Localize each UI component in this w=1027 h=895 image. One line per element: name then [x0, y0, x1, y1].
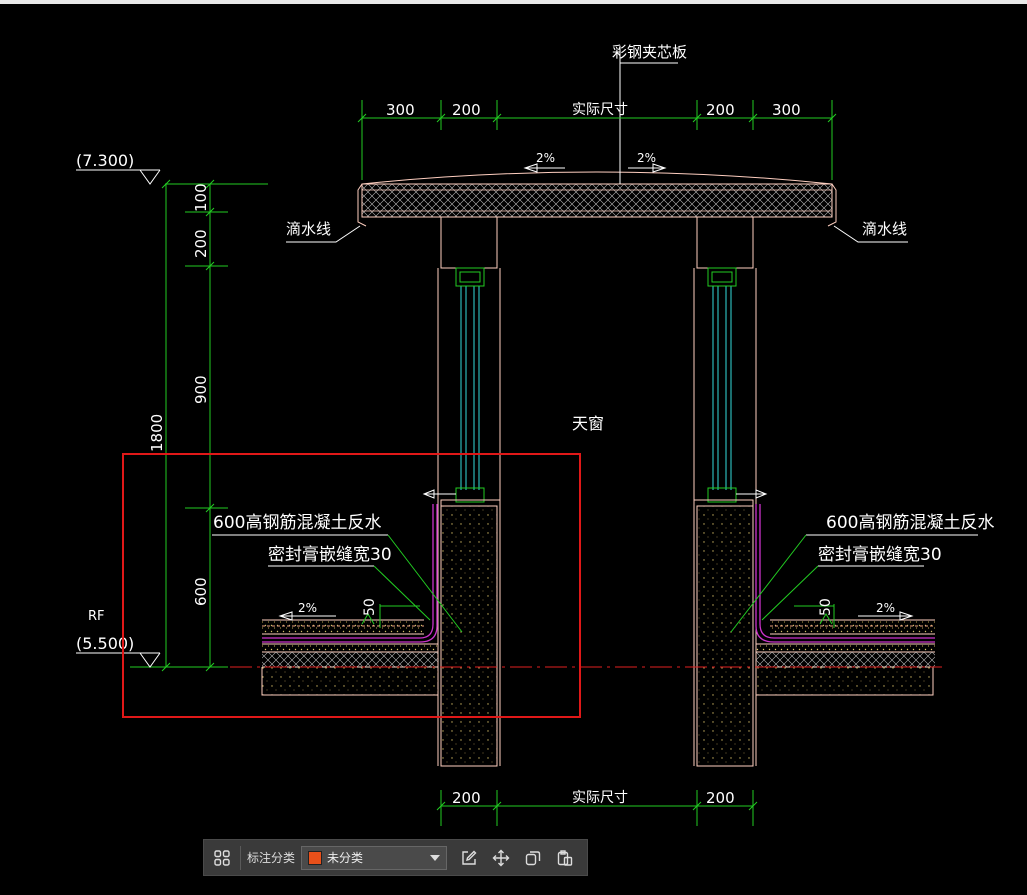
upstand-left — [437, 499, 501, 767]
sealant-right-label: 密封膏嵌缝宽30 — [818, 544, 942, 565]
elevation-mark-top: (7.300) — [76, 151, 161, 185]
move-icon[interactable] — [489, 846, 513, 870]
top-slope-right: 2% — [628, 151, 667, 173]
vdim-900: 900 — [192, 375, 210, 404]
top-dim-1: 300 — [386, 101, 415, 119]
toolbar-divider — [240, 845, 241, 870]
glass-right — [712, 286, 732, 490]
upstand-dim-left-text: 50 — [362, 598, 378, 616]
svg-text:2%: 2% — [876, 601, 895, 615]
category-value: 未分类 — [327, 851, 364, 865]
bottom-dim-2: 实际尺寸 — [572, 790, 628, 806]
edit-icon[interactable] — [457, 846, 481, 870]
upstand-right — [693, 499, 757, 767]
svg-text:2%: 2% — [536, 151, 555, 165]
drip-line-left-label: 滴水线 — [286, 220, 331, 238]
top-dim-4: 200 — [706, 101, 735, 119]
svg-text:(7.300): (7.300) — [76, 151, 134, 170]
vdim-600: 600 — [192, 577, 210, 606]
top-dim-3: 实际尺寸 — [572, 102, 628, 118]
rf-label: RF — [88, 609, 105, 624]
vdim-100: 100 — [192, 183, 210, 212]
window-sill-arrows — [422, 489, 768, 499]
skylight-frame — [437, 217, 757, 500]
category-dropdown[interactable]: 未分类 — [301, 845, 448, 870]
elevation-mark-bottom: (5.500) RF — [76, 609, 161, 668]
cad-drawing-canvas[interactable]: 彩钢夹芯板 2% 2% 300 200 实际尺寸 200 300 滴水线 滴水线 — [0, 4, 1027, 895]
sealant-left-leader — [373, 565, 431, 621]
roof-panel — [357, 171, 837, 227]
upstand-dim-right-text: 50 — [818, 598, 834, 616]
category-label: 标注分类 — [247, 851, 296, 865]
drip-line-right-label: 滴水线 — [862, 220, 907, 238]
upstand-left-label: 600高钢筋混凝土反水 — [213, 513, 381, 533]
paste-icon[interactable] — [553, 846, 577, 870]
copy-icon[interactable] — [521, 846, 545, 870]
roof-panel-label: 彩钢夹芯板 — [612, 43, 687, 61]
roof-slope-left: 2% — [278, 601, 336, 621]
top-dim-2: 200 — [452, 101, 481, 119]
category-color-swatch — [308, 850, 323, 865]
grid-icon[interactable] — [210, 846, 234, 870]
vdim-200: 200 — [192, 229, 210, 258]
sealant-left-label: 密封膏嵌缝宽30 — [268, 544, 392, 565]
svg-text:(5.500): (5.500) — [76, 634, 134, 653]
skylight-label: 天窗 — [572, 414, 604, 433]
chevron-down-icon — [430, 854, 441, 861]
bottom-dim-3: 200 — [706, 789, 735, 807]
annotation-toolbar: 标注分类 未分类 — [203, 839, 588, 876]
vdim-total-1800: 1800 — [148, 414, 166, 452]
top-dim-5: 300 — [772, 101, 801, 119]
top-slope-left: 2% — [523, 151, 565, 173]
roof-slope-right: 2% — [858, 601, 914, 621]
svg-text:2%: 2% — [637, 151, 656, 165]
glass-left — [460, 286, 480, 490]
svg-text:2%: 2% — [298, 601, 317, 615]
sealant-right-leader — [761, 565, 819, 621]
bottom-dim-1: 200 — [452, 789, 481, 807]
upstand-right-label: 600高钢筋混凝土反水 — [826, 513, 994, 533]
